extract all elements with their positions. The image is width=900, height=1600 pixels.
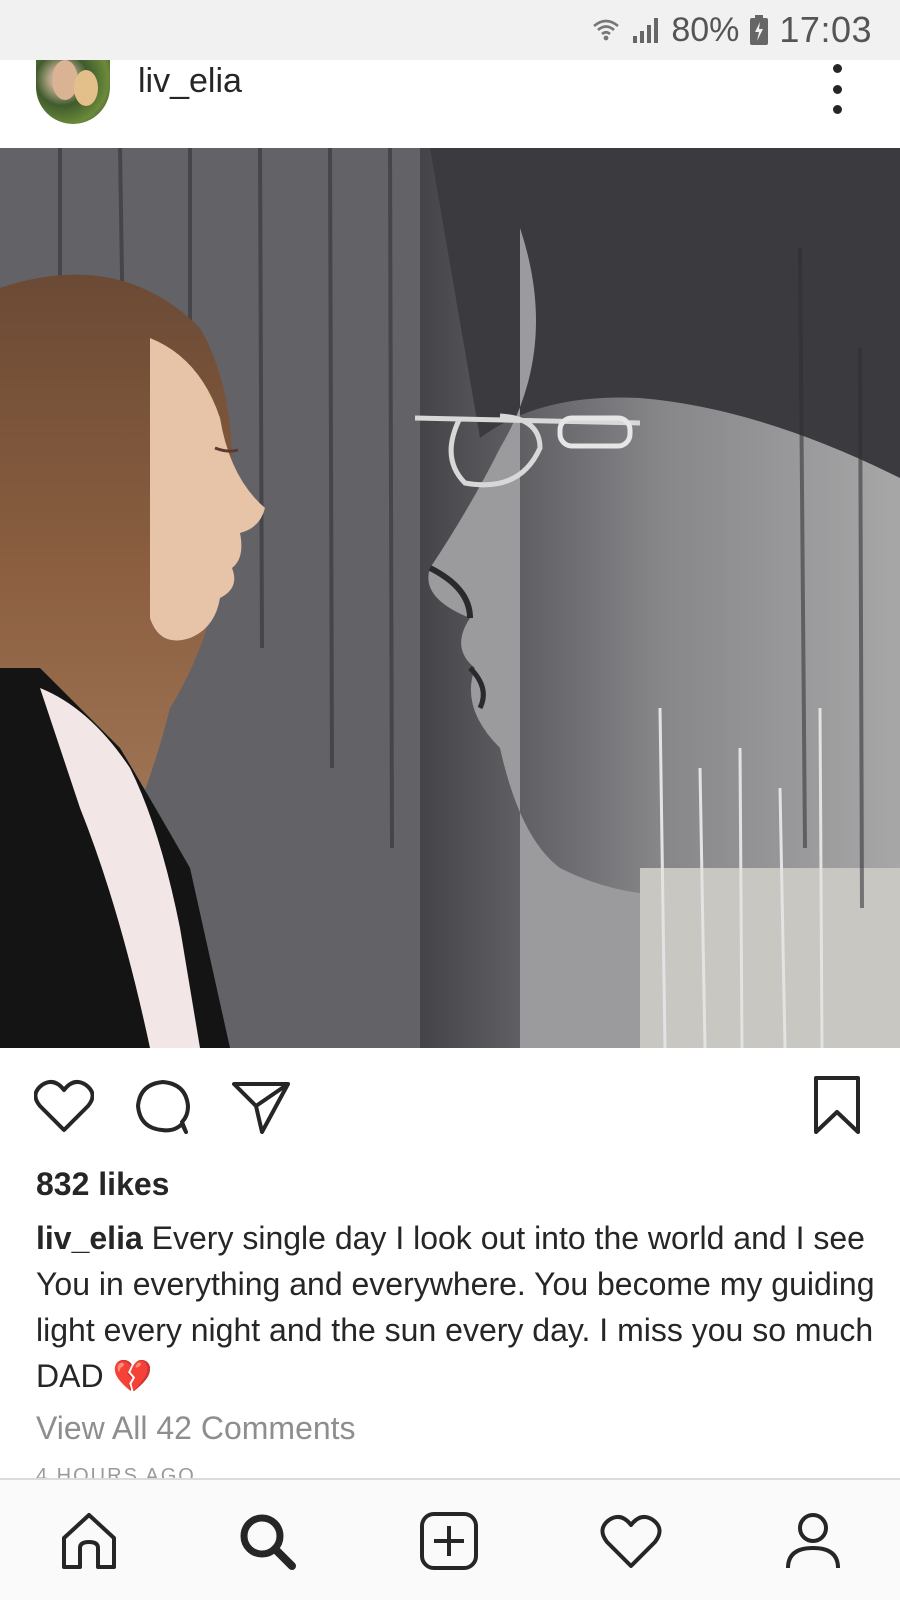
home-icon xyxy=(62,1513,116,1569)
battery-percent: 80% xyxy=(671,10,740,49)
more-dot-icon xyxy=(832,84,842,94)
avatar[interactable] xyxy=(36,60,110,124)
activity-heart-icon xyxy=(600,1514,662,1568)
likes-count[interactable]: 832 likes xyxy=(36,1166,169,1203)
signal-icon xyxy=(631,15,661,45)
share-button[interactable] xyxy=(232,1078,290,1139)
profile-icon xyxy=(786,1513,840,1569)
nav-new-post[interactable] xyxy=(418,1510,480,1577)
caption-username[interactable]: liv_elia xyxy=(36,1220,143,1256)
like-button[interactable] xyxy=(33,1078,95,1139)
status-time: 17:03 xyxy=(779,9,872,50)
search-icon xyxy=(240,1514,296,1570)
bookmark-button[interactable] xyxy=(812,1074,862,1141)
more-dot-icon xyxy=(832,64,842,73)
comment-icon xyxy=(136,1080,190,1134)
broken-heart-emoji: 💔 xyxy=(112,1358,153,1394)
view-all-comments-link[interactable]: View All 42 Comments xyxy=(36,1410,356,1447)
battery-charging-icon xyxy=(749,14,769,46)
comment-button[interactable] xyxy=(134,1078,192,1139)
post-photo-illustration xyxy=(0,148,900,1048)
post-caption: liv_elia Every single day I look out int… xyxy=(36,1215,876,1399)
post-timestamp: 4 HOURS AGO xyxy=(36,1465,196,1478)
nav-activity[interactable] xyxy=(600,1510,662,1577)
nav-search[interactable] xyxy=(236,1510,298,1577)
bookmark-icon xyxy=(814,1076,860,1134)
bottom-nav xyxy=(0,1478,900,1600)
nav-profile[interactable] xyxy=(782,1510,844,1577)
add-post-icon xyxy=(420,1512,478,1570)
more-options-button[interactable] xyxy=(826,64,848,114)
more-dot-icon xyxy=(832,105,842,114)
post-action-bar xyxy=(0,1048,900,1168)
status-bar: 80% 17:03 xyxy=(0,0,900,60)
share-icon xyxy=(232,1082,290,1134)
post-photo[interactable] xyxy=(0,148,900,1048)
post-header: liv_elia xyxy=(0,60,900,148)
nav-home[interactable] xyxy=(58,1510,120,1577)
caption-text: Every single day I look out into the wor… xyxy=(36,1220,875,1394)
wifi-icon xyxy=(591,15,621,45)
post-username[interactable]: liv_elia xyxy=(138,62,242,101)
heart-icon xyxy=(33,1079,95,1132)
